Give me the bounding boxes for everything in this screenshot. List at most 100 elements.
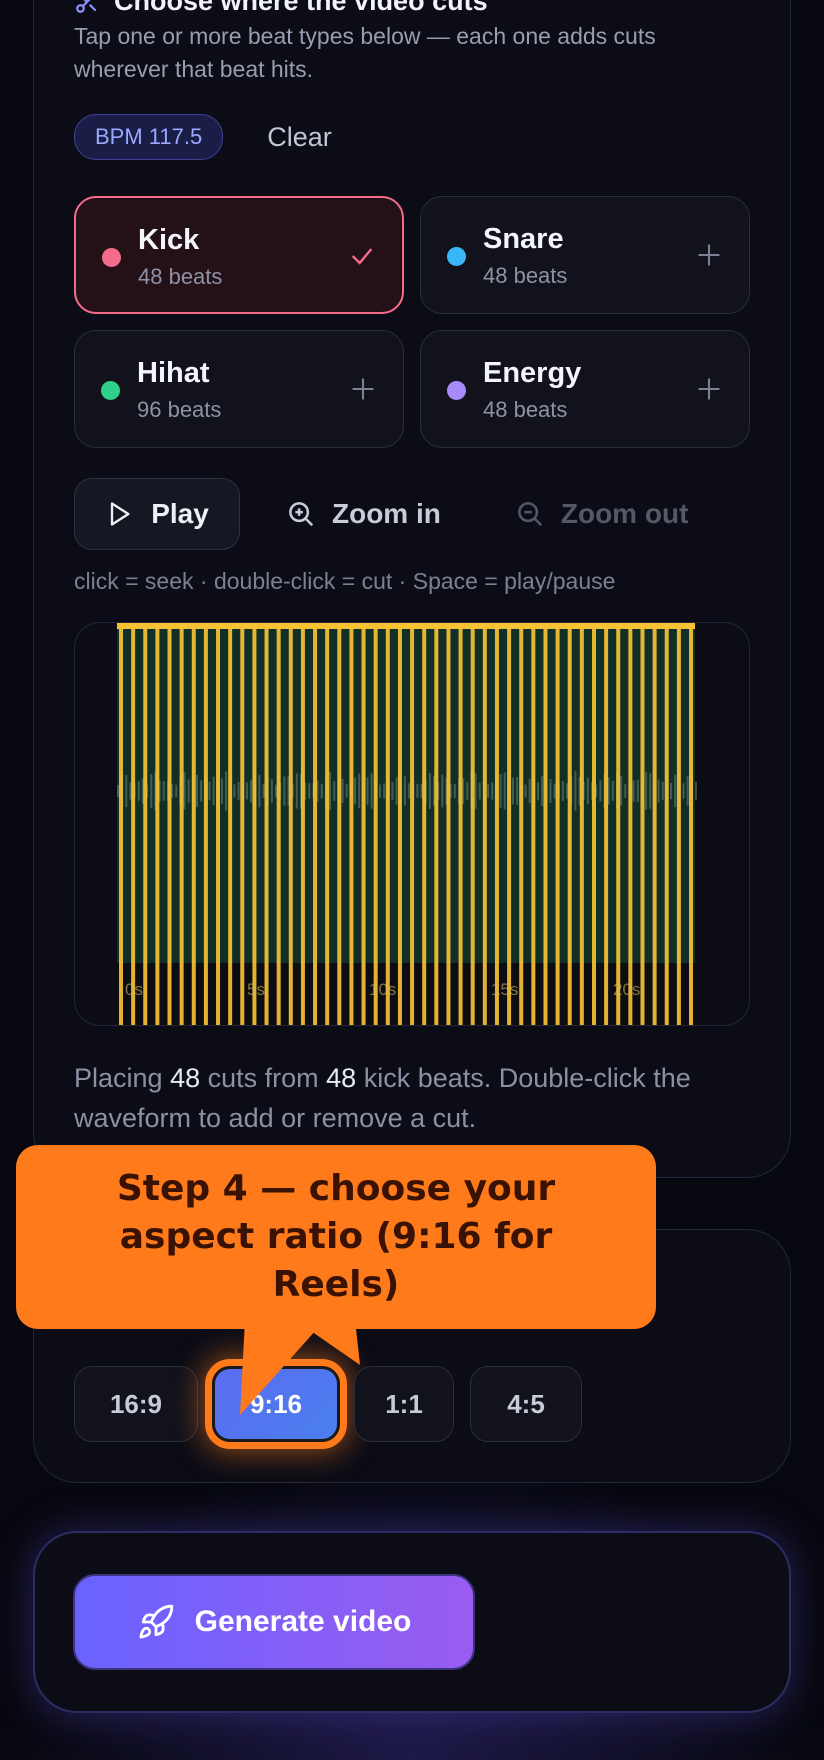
cut-marker[interactable] [276,625,281,1025]
cut-marker[interactable] [361,625,366,1025]
beat-count: 48 beats [483,263,568,288]
waveform-sample [574,771,577,811]
cut-marker[interactable] [519,625,524,1025]
cut-marker[interactable] [543,625,548,1025]
cut-marker[interactable] [628,625,633,1025]
cut-marker[interactable] [216,625,221,1025]
cut-marker[interactable] [131,625,136,1025]
generate-video-label: Generate video [194,1605,412,1638]
beat-card-hihat[interactable]: Hihat 96 beats [74,330,404,448]
cut-marker[interactable] [410,625,415,1025]
waveform-sample [478,782,481,800]
waveform-sample [225,771,228,811]
zoom-in-button[interactable]: Zoom in [286,498,441,530]
cut-marker[interactable] [507,625,512,1025]
zoom-in-icon [289,502,314,527]
waveform-sample [320,783,323,799]
ratio-1-1[interactable]: 1:1 [354,1366,454,1442]
cut-marker[interactable] [313,625,318,1025]
cut-marker[interactable] [458,625,463,1025]
cut-marker[interactable] [470,625,475,1025]
cut-marker[interactable] [446,625,451,1025]
cut-marker[interactable] [555,625,560,1025]
beat-card-snare[interactable]: Snare 48 beats [420,196,750,314]
waveform-panel[interactable]: 0s 5s 10s 15s 20s [74,622,750,1026]
cut-marker[interactable] [482,625,487,1025]
cut-marker[interactable] [567,625,572,1025]
beat-card-kick[interactable]: Kick 48 beats [74,196,404,314]
waveform-sample [391,781,394,801]
cut-marker[interactable] [385,625,390,1025]
bpm-row: BPM 117.5 Clear [74,114,332,160]
cut-marker[interactable] [349,625,354,1025]
cut-marker[interactable] [228,625,233,1025]
cut-marker[interactable] [337,625,342,1025]
waveform-sample [661,781,664,801]
cut-marker[interactable] [191,625,196,1025]
ratio-16-9[interactable]: 16:9 [74,1366,198,1442]
cut-marker[interactable] [240,625,245,1025]
cut-marker[interactable] [640,625,645,1025]
waveform-sample [682,783,685,799]
cut-marker[interactable] [604,625,609,1025]
waveform-sample [237,781,240,801]
beat-card-energy[interactable]: Energy 48 beats [420,330,750,448]
cut-marker[interactable] [155,625,160,1025]
waveform-sample [283,776,286,806]
cut-marker[interactable] [434,625,439,1025]
clear-button[interactable]: Clear [267,122,332,153]
waveform-sample [487,784,490,798]
waveform-sample [345,784,348,798]
cut-marker[interactable] [689,625,693,1025]
status-middle: cuts from [200,1063,327,1093]
cut-marker[interactable] [288,625,293,1025]
plus-icon [698,378,720,400]
play-label: Play [151,498,209,529]
cut-marker[interactable] [252,625,257,1025]
zoom-out-button[interactable]: Zoom out [515,498,688,530]
waveform-sample [270,779,273,803]
waveform-sample [117,785,119,797]
cut-marker[interactable] [300,625,305,1025]
beat-name: Kick [138,224,200,256]
waveform-sample [632,780,635,802]
cut-marker[interactable] [616,625,621,1025]
cut-region-top-bar [117,623,695,629]
cut-marker[interactable] [531,625,536,1025]
cut-marker[interactable] [373,625,378,1025]
cut-marker[interactable] [652,625,657,1025]
cut-marker[interactable] [264,625,269,1025]
cut-marker[interactable] [325,625,330,1025]
cut-marker[interactable] [591,625,596,1025]
play-button[interactable]: Play [74,478,240,550]
cut-marker[interactable] [494,625,499,1025]
waveform-sample [403,776,406,806]
waveform-sample [416,784,419,798]
beat-count: 96 beats [137,397,222,422]
waveform-sample [408,783,411,799]
waveform-sample [250,779,253,803]
cut-marker[interactable] [664,625,669,1025]
waveform-sample [499,774,502,808]
beat-name: Energy [483,357,582,389]
cut-marker[interactable] [143,625,148,1025]
cut-marker[interactable] [119,625,123,1025]
cut-marker[interactable] [397,625,402,1025]
cut-marker[interactable] [179,625,184,1025]
cut-marker[interactable] [579,625,584,1025]
cut-marker[interactable] [167,625,172,1025]
waveform-sample [354,777,357,805]
generate-video-button[interactable]: Generate video [73,1574,475,1670]
waveform-canvas[interactable]: 0s 5s 10s 15s 20s [75,623,750,1026]
waveform-sample [491,782,494,800]
beat-count: 48 beats [138,264,223,289]
cut-marker[interactable] [203,625,208,1025]
section-title: Choose where the video cuts [74,0,488,17]
waveform-sample [503,772,506,810]
waveform-sample [670,782,673,800]
cut-marker[interactable] [422,625,427,1025]
cut-marker[interactable] [676,625,681,1025]
waveform-sample [553,783,556,799]
ratio-4-5[interactable]: 4:5 [470,1366,582,1442]
status-beat-count: 48 [326,1063,357,1093]
